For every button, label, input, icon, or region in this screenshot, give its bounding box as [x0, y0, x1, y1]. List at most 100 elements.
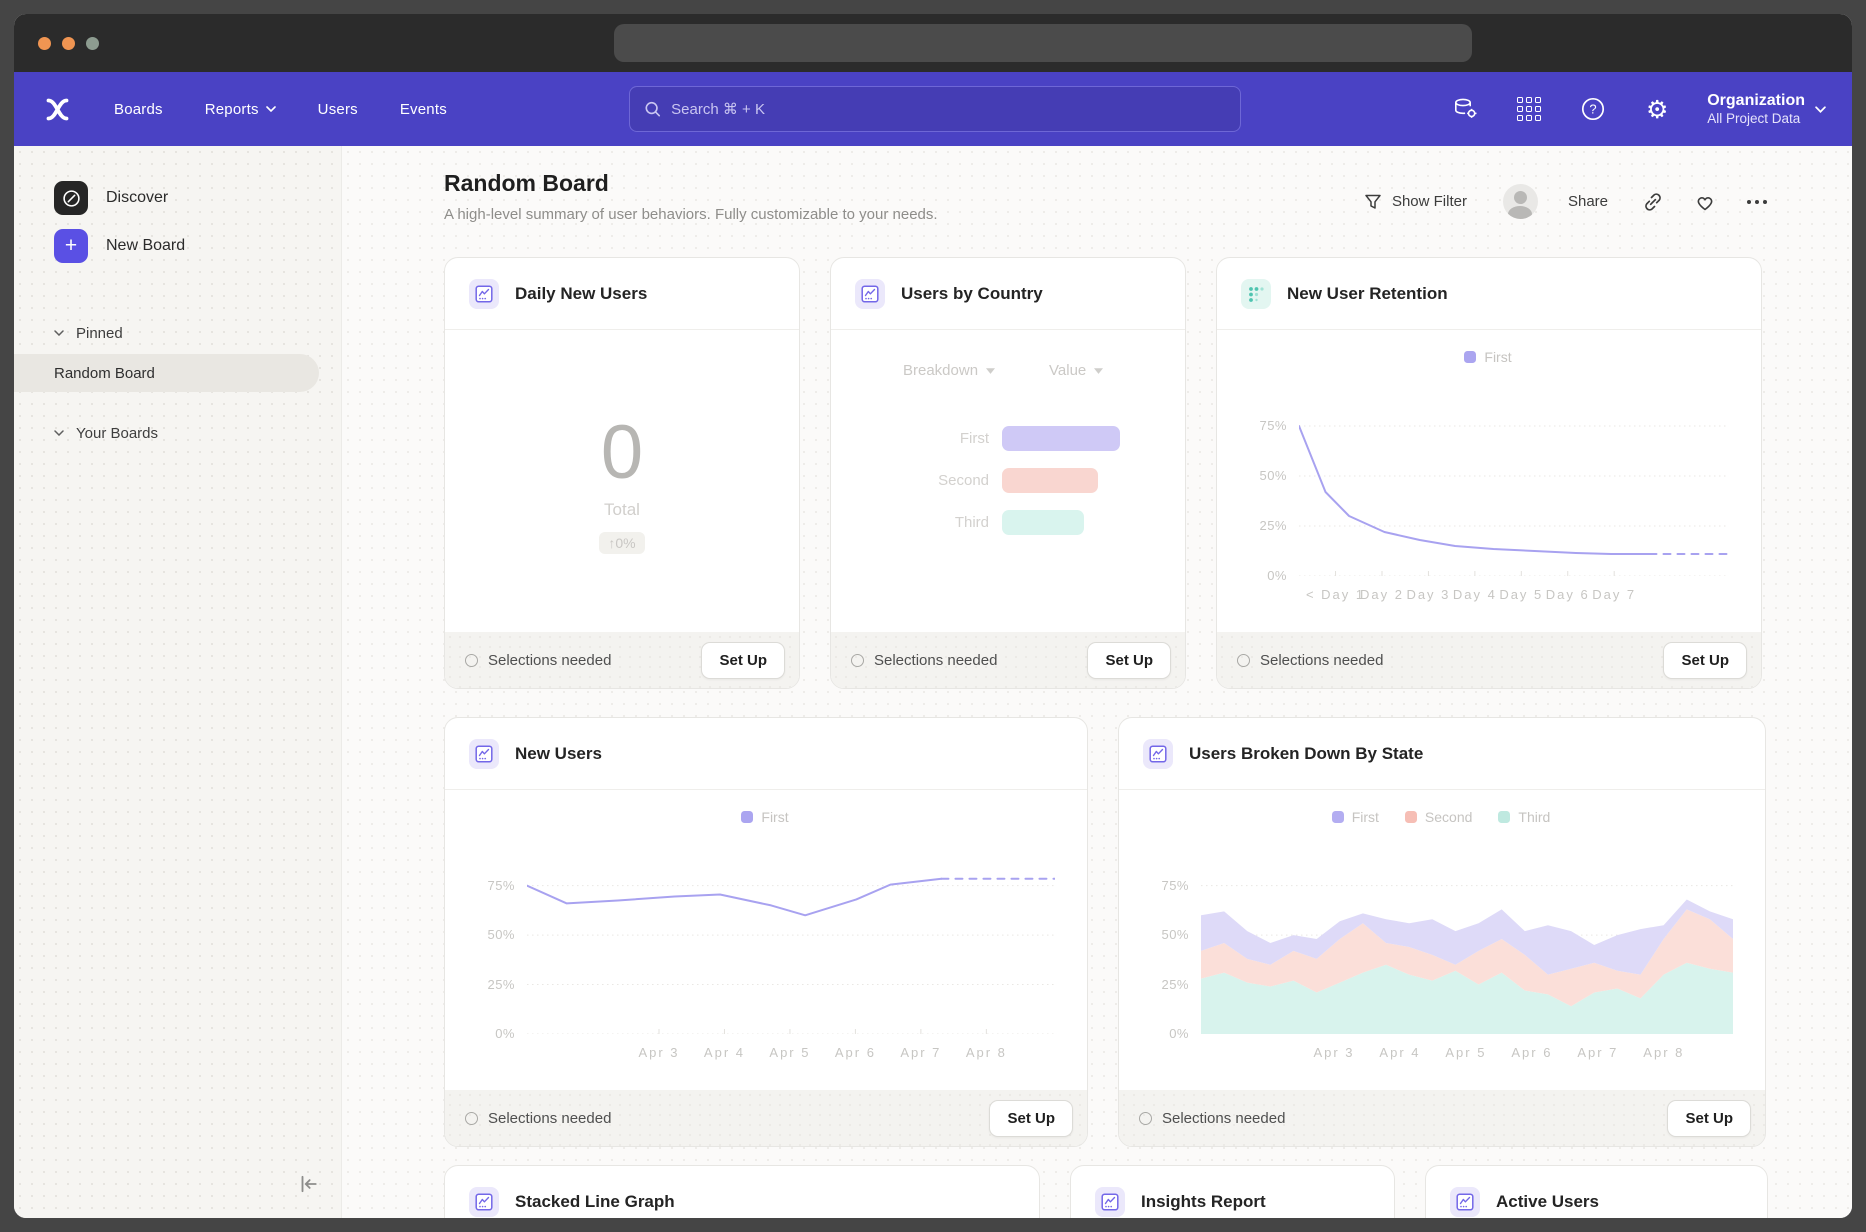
- card-daily-new-users: Daily New Users 0 Total ↑0% Selections n…: [444, 257, 800, 689]
- bar-row: Third: [831, 510, 1185, 535]
- value-dropdown[interactable]: Value: [1049, 362, 1103, 379]
- y-axis-tick: 0%: [1241, 568, 1287, 583]
- insights-chart-icon: [855, 279, 885, 309]
- caret-down-icon: [986, 368, 995, 374]
- y-axis-tick: 75%: [469, 878, 515, 893]
- status-ring-icon: [1139, 1112, 1152, 1125]
- set-up-button[interactable]: Set Up: [989, 1100, 1073, 1137]
- legend-item: Second: [1405, 809, 1472, 825]
- sidebar-item-new-board[interactable]: + New Board: [14, 228, 341, 264]
- card-footer: Selections needed Set Up: [1217, 632, 1761, 688]
- copy-link-button[interactable]: [1642, 191, 1664, 213]
- more-options-button[interactable]: [1746, 199, 1768, 205]
- window-controls: [38, 37, 99, 50]
- x-axis-tick: Day 3: [1406, 587, 1450, 602]
- sidebar-section-pinned[interactable]: Pinned: [14, 318, 341, 348]
- card-new-user-retention: New User Retention First75%50%25%0%< Day…: [1216, 257, 1762, 689]
- org-name: Organization: [1707, 91, 1805, 110]
- metric-value: 0: [601, 409, 643, 496]
- x-axis-tick: Day 2: [1360, 587, 1404, 602]
- svg-text:?: ?: [1590, 102, 1597, 117]
- card-active-users: Active Users: [1425, 1165, 1768, 1218]
- top-navbar: Boards Reports Users Events: [14, 72, 1852, 146]
- show-filter-button[interactable]: Show Filter: [1364, 193, 1467, 210]
- y-axis-tick: 50%: [469, 927, 515, 942]
- insights-chart-icon: [1095, 1187, 1125, 1217]
- x-axis-tick: Apr 3: [1313, 1045, 1354, 1060]
- sidebar-item-discover[interactable]: Discover: [14, 180, 341, 216]
- x-axis-tick: Day 5: [1499, 587, 1543, 602]
- insights-chart-icon: [469, 279, 499, 309]
- card-new-users: New Users First75%50%25%0%Apr 3Apr 4Apr …: [444, 717, 1088, 1147]
- help-icon[interactable]: ?: [1579, 95, 1607, 123]
- global-search[interactable]: [629, 86, 1241, 132]
- mixpanel-logo-icon[interactable]: [42, 94, 72, 124]
- org-project-selector[interactable]: Organization All Project Data: [1707, 91, 1826, 127]
- sidebar-section-your-boards[interactable]: Your Boards: [14, 418, 341, 448]
- state-stacked-chart: FirstSecondThird75%50%25%0%Apr 3Apr 4Apr…: [1119, 790, 1765, 1090]
- collapse-sidebar-button[interactable]: [297, 1173, 319, 1200]
- sidebar-item-random-board[interactable]: Random Board: [14, 354, 319, 392]
- x-axis-tick: Apr 4: [1379, 1045, 1420, 1060]
- card-users-by-country: Users by Country Breakdown Value: [830, 257, 1186, 689]
- caret-down-icon: [1094, 368, 1103, 374]
- card-title: Users by Country: [901, 284, 1043, 304]
- country-bar-list: First Second Third: [831, 426, 1185, 535]
- x-axis-tick: Apr 5: [1445, 1045, 1486, 1060]
- card-footer: Selections needed Set Up: [831, 632, 1185, 688]
- y-axis-tick: 75%: [1241, 418, 1287, 433]
- x-axis-tick: Apr 3: [638, 1045, 679, 1060]
- legend-item: First: [741, 809, 788, 825]
- y-axis-tick: 25%: [469, 977, 515, 992]
- chevron-down-icon: [1815, 106, 1826, 113]
- settings-gear-icon[interactable]: ⚙: [1643, 95, 1671, 123]
- status-text: Selections needed: [465, 1110, 611, 1127]
- nav-item-users[interactable]: Users: [318, 101, 358, 118]
- heart-icon: [1694, 192, 1716, 212]
- x-axis-tick: Apr 6: [1511, 1045, 1552, 1060]
- browser-window: Boards Reports Users Events: [14, 14, 1852, 1218]
- x-axis-tick: Day 6: [1546, 587, 1590, 602]
- search-input[interactable]: [671, 101, 1226, 118]
- y-axis-tick: 25%: [1143, 977, 1189, 992]
- x-axis-tick: < Day 1: [1306, 587, 1365, 602]
- avatar[interactable]: [1503, 184, 1538, 219]
- new-users-chart: First75%50%25%0%Apr 3Apr 4Apr 5Apr 6Apr …: [445, 790, 1087, 1090]
- breakdown-dropdown[interactable]: Breakdown: [903, 362, 995, 379]
- ellipsis-icon: [1746, 199, 1768, 205]
- zoom-window-button[interactable]: [86, 37, 99, 50]
- chevron-down-icon: [54, 330, 64, 336]
- set-up-button[interactable]: Set Up: [1663, 642, 1747, 679]
- apps-grid-icon[interactable]: [1515, 95, 1543, 123]
- bar-row: Second: [831, 468, 1185, 493]
- y-axis-tick: 25%: [1241, 518, 1287, 533]
- x-axis-tick: Apr 7: [1577, 1045, 1618, 1060]
- set-up-button[interactable]: Set Up: [1667, 1100, 1751, 1137]
- search-icon: [644, 100, 661, 118]
- y-axis-tick: 50%: [1241, 468, 1287, 483]
- y-axis-tick: 0%: [469, 1026, 515, 1041]
- set-up-button[interactable]: Set Up: [701, 642, 785, 679]
- data-management-icon[interactable]: [1451, 95, 1479, 123]
- card-title: Stacked Line Graph: [515, 1192, 675, 1212]
- card-footer: Selections needed Set Up: [1119, 1090, 1765, 1146]
- close-window-button[interactable]: [38, 37, 51, 50]
- share-button[interactable]: Share: [1568, 193, 1608, 210]
- nav-item-boards[interactable]: Boards: [114, 101, 163, 118]
- nav-item-events[interactable]: Events: [400, 101, 447, 118]
- browser-address-bar[interactable]: [614, 24, 1472, 62]
- card-title: New User Retention: [1287, 284, 1448, 304]
- x-axis-tick: Apr 8: [1643, 1045, 1684, 1060]
- status-text: Selections needed: [1139, 1110, 1285, 1127]
- page-subtitle: A high-level summary of user behaviors. …: [444, 206, 938, 223]
- card-footer: Selections needed Set Up: [445, 1090, 1087, 1146]
- minimize-window-button[interactable]: [62, 37, 75, 50]
- x-axis-tick: Apr 6: [835, 1045, 876, 1060]
- nav-item-reports[interactable]: Reports: [205, 101, 276, 118]
- retention-chart: First75%50%25%0%< Day 1Day 2Day 3Day 4Da…: [1217, 330, 1761, 632]
- favorite-button[interactable]: [1694, 192, 1716, 212]
- chart-legend: First: [469, 804, 1061, 830]
- set-up-button[interactable]: Set Up: [1087, 642, 1171, 679]
- status-text: Selections needed: [1237, 652, 1383, 669]
- status-ring-icon: [465, 654, 478, 667]
